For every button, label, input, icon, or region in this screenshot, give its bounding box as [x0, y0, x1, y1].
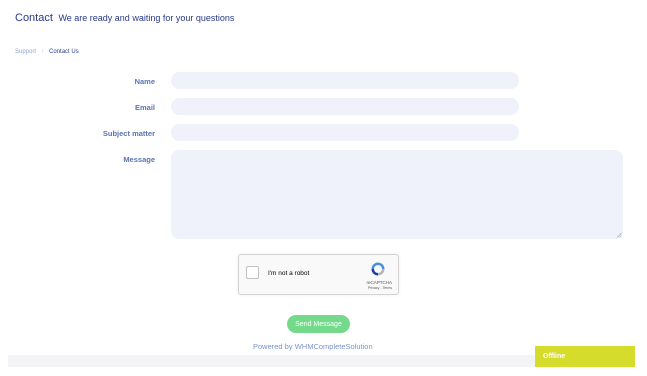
chat-status-tab[interactable]: Offline	[535, 346, 635, 367]
page-header: Contact We are ready and waiting for you…	[15, 12, 234, 24]
resize-grip-icon[interactable]	[616, 232, 622, 238]
send-message-button[interactable]: Send Message	[287, 315, 350, 333]
powered-by-link[interactable]: WHMCompleteSolution	[295, 342, 373, 351]
powered-by-text: Powered by WHMCompleteSolution	[253, 342, 373, 351]
page-title: Contact	[15, 12, 53, 24]
recaptcha-label: I'm not a robot	[268, 270, 310, 277]
breadcrumb-support-link[interactable]: Support	[15, 49, 36, 55]
page-subtitle: We are ready and waiting for your questi…	[58, 13, 235, 23]
recaptcha-widget: I'm not a robot reCAPTCHA Privacy - Term…	[238, 254, 399, 295]
subject-label: Subject matter	[102, 129, 155, 138]
breadcrumb: Support / Contact Us	[15, 49, 79, 55]
breadcrumb-current: Contact Us	[49, 49, 79, 55]
subject-input[interactable]	[171, 124, 519, 141]
chat-status-label: Offline	[543, 353, 566, 360]
email-label: Email	[134, 103, 155, 112]
footer-strip	[8, 355, 535, 367]
message-textarea[interactable]	[171, 150, 623, 239]
recaptcha-logo-icon	[371, 262, 385, 276]
message-label: Message	[123, 155, 155, 164]
recaptcha-brand: reCAPTCHA	[366, 280, 392, 285]
name-label: Name	[134, 77, 155, 86]
breadcrumb-separator: /	[41, 49, 44, 55]
recaptcha-checkbox[interactable]	[246, 266, 259, 279]
powered-by-prefix: Powered by	[253, 342, 295, 351]
name-input[interactable]	[171, 72, 519, 89]
recaptcha-privacy-terms-link[interactable]: Privacy - Terms	[368, 286, 392, 290]
email-input[interactable]	[171, 98, 519, 115]
